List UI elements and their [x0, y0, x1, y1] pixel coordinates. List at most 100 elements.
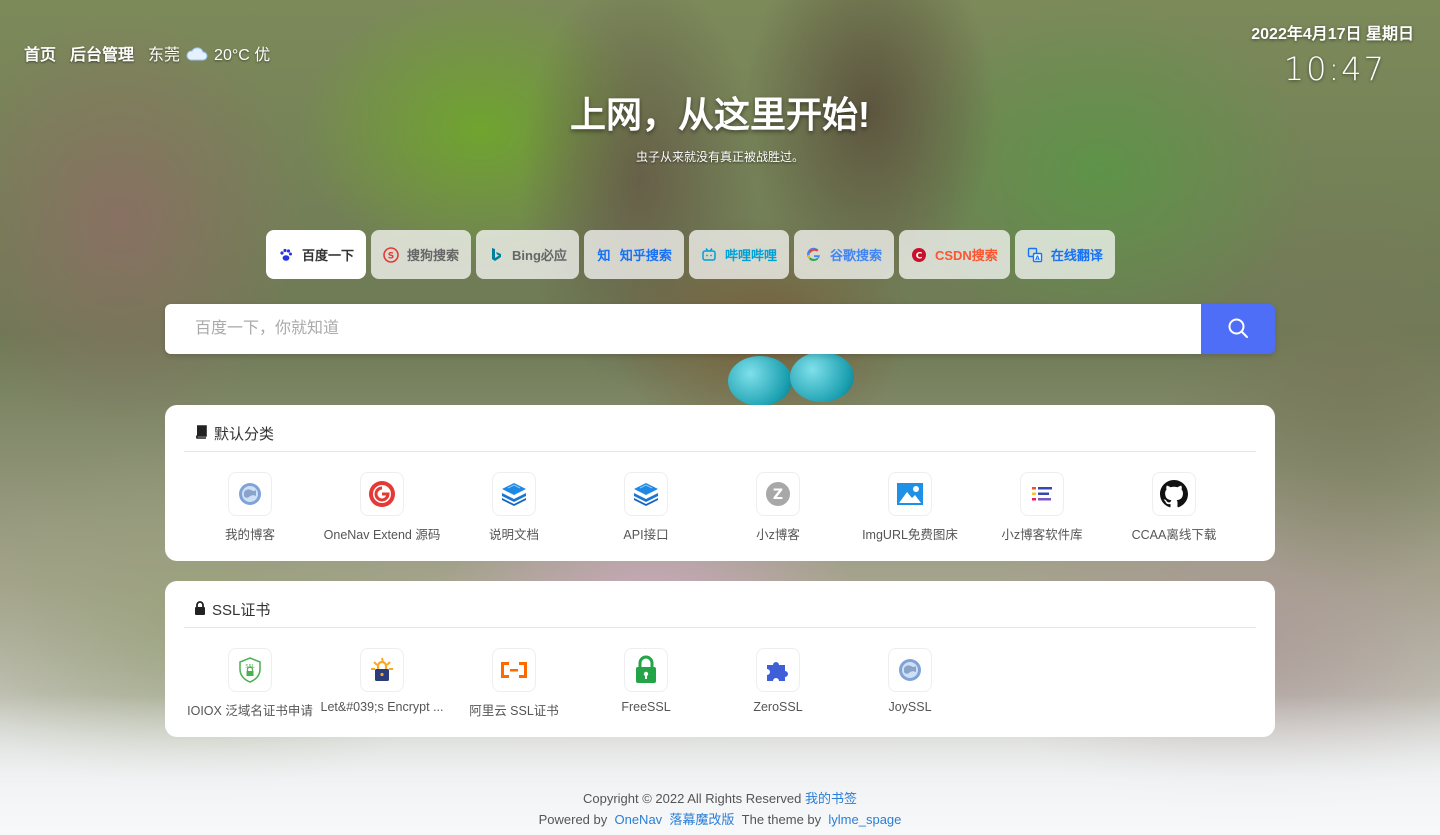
theme-link[interactable]: lylme_spage: [828, 812, 901, 827]
current-date: 2022年4月17日 星期日: [1251, 26, 1414, 43]
bookmark-link[interactable]: API接口: [580, 472, 712, 543]
bookmark-label: ZeroSSL: [753, 700, 803, 714]
bookmark-label: FreeSSL: [621, 700, 671, 714]
engine-label: 知乎搜索: [619, 248, 672, 263]
puzzle-icon: [756, 648, 800, 692]
svg-text:S: S: [388, 251, 394, 261]
weather-text: 20°C 优: [214, 47, 271, 64]
engine-label: CSDN搜索: [934, 248, 998, 263]
search-icon: [1227, 317, 1249, 342]
svg-text:Z: Z: [773, 487, 783, 503]
csdn-icon: C: [911, 247, 927, 263]
bookmark-label: 小z博客软件库: [1001, 528, 1083, 542]
bookmark-link[interactable]: Let&#039;s Encrypt ...: [316, 648, 448, 719]
bookmark-label: API接口: [623, 528, 669, 542]
bing-icon: [488, 247, 504, 263]
bookmark-link[interactable]: SSL IOIOX 泛域名证书申请: [184, 648, 316, 719]
engine-label: 哔哩哔哩: [724, 248, 777, 263]
lock-icon: [194, 600, 206, 619]
site-link[interactable]: 我的书签: [805, 791, 857, 806]
nav-admin-link[interactable]: 后台管理: [70, 41, 134, 65]
cloud-icon: [186, 46, 208, 61]
layers-icon: [492, 472, 536, 516]
bookmark-label: CCAA离线下载: [1131, 528, 1217, 542]
engine-label: Bing必应: [512, 248, 567, 263]
bookmark-label: 说明文档: [488, 528, 539, 542]
engine-label: 在线翻译: [1050, 248, 1103, 263]
bookmark-link[interactable]: FreeSSL: [580, 648, 712, 719]
search-input[interactable]: [165, 304, 1201, 354]
category-title: SSL证书: [212, 602, 271, 619]
nest-eggs-decoration: [728, 352, 858, 406]
engine-tab[interactable]: 谷歌搜索: [793, 230, 894, 279]
hero-subtitle: 虫子从来就没有真正被战胜过。: [635, 150, 804, 164]
engine-label: 百度一下: [302, 248, 355, 263]
layers-icon: [624, 472, 668, 516]
engine-tab[interactable]: 知知乎搜索: [583, 230, 684, 279]
engine-tab[interactable]: 哔哩哔哩: [688, 230, 789, 279]
current-time: 10:47: [1283, 50, 1386, 88]
datetime-widget: 2022年4月17日 星期日 10:47: [1251, 20, 1414, 88]
link-grid: 我的博客 OneNav Extend 源码 说明文档 API接口 Z 小z博客 ImgURL…: [165, 452, 1275, 543]
copyright-text: Copyright © 2022 All Rights Reserved: [582, 791, 802, 806]
theme-by-text: The theme by: [741, 812, 822, 827]
paw-icon: [278, 247, 294, 263]
letsencrypt-icon: [360, 648, 404, 692]
bookmark-label: ImgURL免费图床: [862, 528, 958, 542]
bookmark-link[interactable]: CCAA离线下载: [1108, 472, 1240, 543]
search-bar: [165, 304, 1275, 354]
hero-title: 上网，从这里开始!: [570, 94, 870, 135]
category-card: SSL证书 SSL IOIOX 泛域名证书申请 Let&#039;s Encrypt…: [165, 581, 1275, 737]
bookmark-link[interactable]: 我的博客: [184, 472, 316, 543]
search-engine-tabs: 百度一下 S 搜狗搜索 Bing必应 知知乎搜索 哔哩哔哩 谷歌搜索 C CSDN搜索 A 在线翻译: [266, 230, 1115, 279]
image-icon: [888, 472, 932, 516]
bookmark-link[interactable]: Z 小z博客: [712, 472, 844, 543]
hero: 上网，从这里开始! 虫子从来就没有真正被战胜过。: [0, 86, 1440, 165]
category-header: 默认分类: [184, 405, 1256, 452]
freessl-lock-icon: [624, 648, 668, 692]
github-icon: [1152, 472, 1196, 516]
engine-tab[interactable]: A 在线翻译: [1014, 230, 1115, 279]
bookmark-link[interactable]: 阿里云 SSL证书: [448, 648, 580, 719]
globe-icon: [228, 472, 272, 516]
category-header: SSL证书: [184, 581, 1256, 628]
powered-by-text: Powered by: [538, 812, 608, 827]
link-grid: SSL IOIOX 泛域名证书申请 Let&#039;s Encrypt ... 阿里…: [165, 628, 1275, 719]
book-icon: [194, 424, 208, 443]
engine-tab[interactable]: Bing必应: [476, 230, 579, 279]
bookmark-label: 我的博客: [224, 528, 275, 542]
bookmark-link[interactable]: OneNav Extend 源码: [316, 472, 448, 543]
bookmark-link[interactable]: ZeroSSL: [712, 648, 844, 719]
onenav-icon: [360, 472, 404, 516]
zhihu-icon: 知: [596, 247, 612, 263]
engine-label: 谷歌搜索: [829, 248, 882, 263]
aliyun-icon: [492, 648, 536, 692]
engine-tab[interactable]: 百度一下: [266, 230, 367, 279]
sogou-icon: S: [383, 246, 399, 263]
bookmark-label: 阿里云 SSL证书: [469, 704, 559, 718]
bookmark-label: Let&#039;s Encrypt ...: [320, 700, 444, 714]
globe-icon: [888, 648, 932, 692]
translate-icon: A: [1027, 247, 1043, 263]
weather-widget: 东莞 20°C 优: [148, 41, 270, 65]
bookmark-link[interactable]: ImgURL免费图床: [844, 472, 976, 543]
bookmark-label: OneNav Extend 源码: [323, 528, 441, 542]
onenav-link[interactable]: OneNav: [614, 812, 662, 827]
modded-link[interactable]: 落幕魔改版: [669, 812, 734, 827]
bookmark-label: JoySSL: [888, 700, 932, 714]
bookmark-link[interactable]: 小z博客软件库: [976, 472, 1108, 543]
google-icon: [806, 247, 822, 263]
bookmark-link[interactable]: 说明文档: [448, 472, 580, 543]
engine-tab[interactable]: C CSDN搜索: [898, 230, 1010, 279]
search-button[interactable]: [1201, 304, 1275, 354]
bookmark-label: 小z博客: [756, 528, 800, 542]
category-card: 默认分类 我的博客 OneNav Extend 源码 说明文档 API接口 Z 小z博客 I…: [165, 405, 1275, 561]
footer: Copyright © 2022 All Rights Reserved 我的书…: [0, 788, 1440, 830]
weather-city: 东莞: [148, 47, 181, 64]
bookmark-link[interactable]: JoySSL: [844, 648, 976, 719]
nav-home-link[interactable]: 首页: [24, 41, 56, 65]
list-icon: [1020, 472, 1064, 516]
top-nav: 首页 后台管理 东莞 20°C 优: [24, 41, 270, 65]
engine-tab[interactable]: S 搜狗搜索: [371, 230, 472, 279]
ssl-shield-icon: SSL: [228, 648, 272, 692]
